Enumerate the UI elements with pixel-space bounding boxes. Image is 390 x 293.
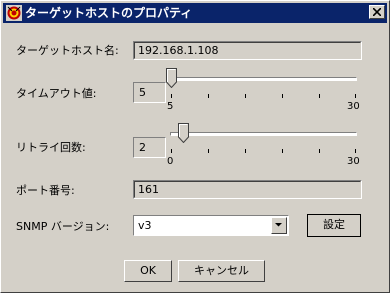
retry-value: 2	[133, 137, 166, 158]
retry-label: リトライ回数:	[16, 141, 86, 154]
timeout-slider-thumb[interactable]	[166, 68, 177, 88]
app-icon	[6, 5, 22, 21]
close-button[interactable]	[369, 5, 385, 19]
close-icon	[373, 8, 381, 16]
timeout-max-label: 30	[347, 101, 360, 112]
snmp-version-value: v3	[138, 219, 152, 232]
host-name-label: ターゲットホスト名:	[16, 44, 119, 57]
title-bar[interactable]: ターゲットホストのプロパティ	[3, 3, 387, 23]
snmp-settings-button[interactable]: 設定	[307, 214, 361, 237]
timeout-value: 5	[133, 82, 166, 103]
cancel-button[interactable]: キャンセル	[178, 260, 265, 282]
retry-slider-track[interactable]	[170, 132, 357, 136]
host-name-field: 192.168.1.108	[133, 41, 362, 60]
port-field: 161	[133, 180, 362, 199]
properties-dialog: ターゲットホストのプロパティ ターゲットホスト名: 192.168.1.108 …	[0, 0, 390, 293]
port-label: ポート番号:	[16, 184, 75, 197]
timeout-min-label: 5	[167, 101, 174, 112]
timeout-slider-track[interactable]	[170, 77, 357, 81]
window-title: ターゲットホストのプロパティ	[25, 6, 193, 20]
ok-button[interactable]: OK	[124, 260, 172, 282]
retry-slider-thumb[interactable]	[178, 123, 189, 143]
timeout-label: タイムアウト値:	[16, 87, 97, 100]
retry-max-label: 30	[347, 156, 360, 167]
snmp-version-label: SNMP バージョン:	[16, 220, 110, 233]
chevron-down-icon	[275, 223, 282, 227]
snmp-version-dropdown-button[interactable]	[271, 217, 287, 234]
snmp-version-select[interactable]: v3	[133, 215, 289, 236]
retry-min-label: 0	[167, 156, 174, 167]
